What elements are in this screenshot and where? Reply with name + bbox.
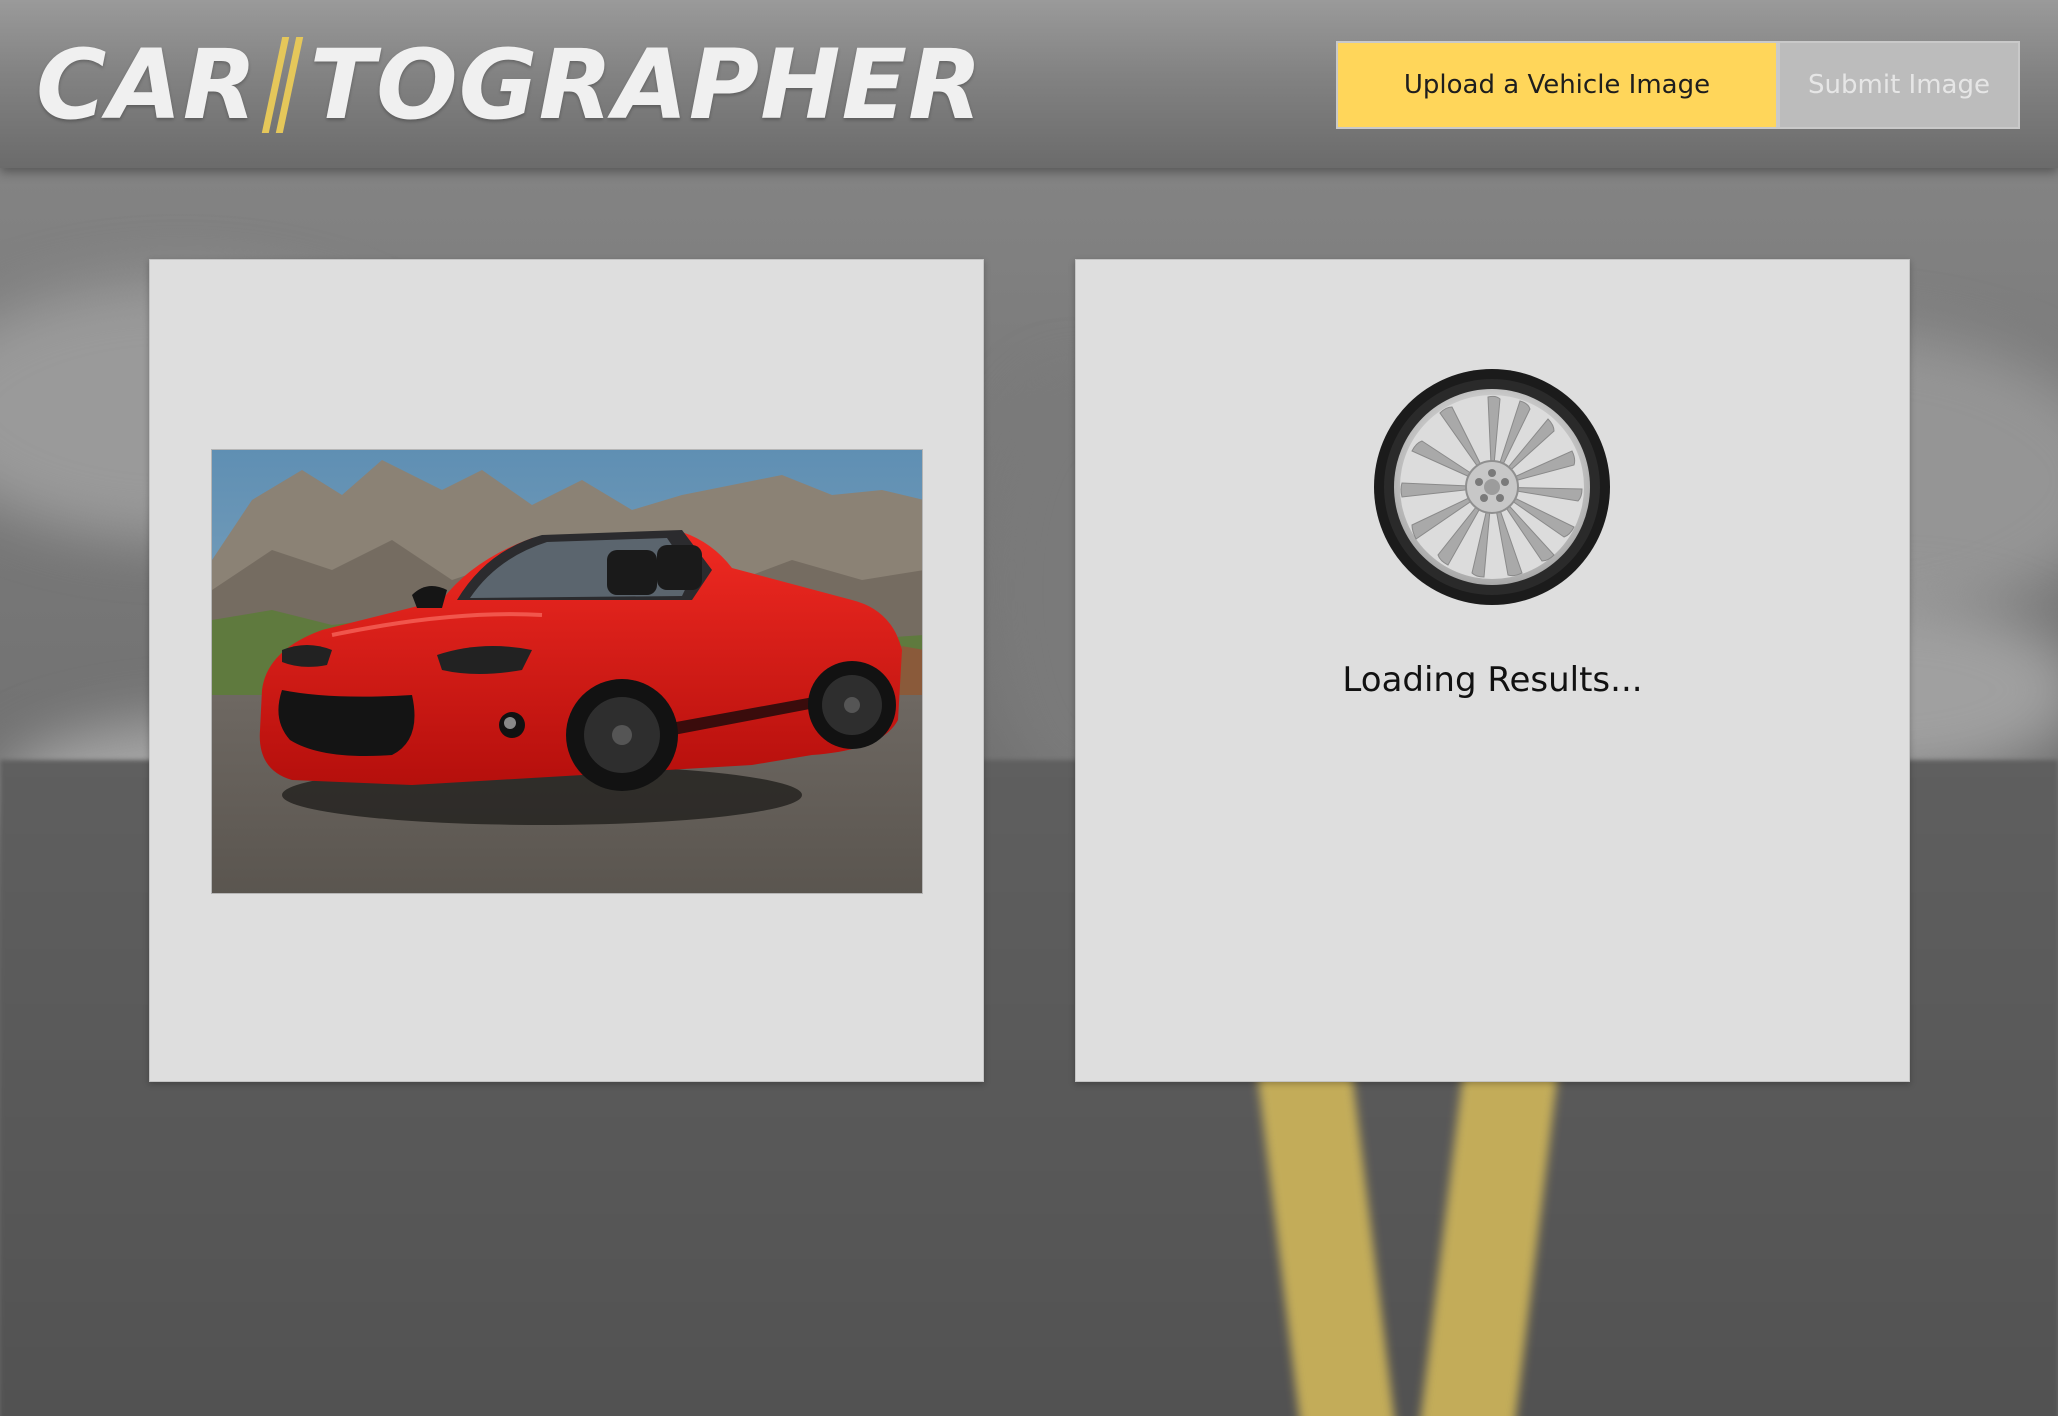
app-header: CAR TOGRAPHER Upload a Vehicle Image Sub… [0,0,2058,168]
logo-slash-icon [261,37,303,133]
loading-results-text: Loading Results... [1342,660,1643,700]
logo-text-part1: CAR [36,29,258,141]
vehicle-image [211,449,923,894]
wheel-icon [1372,367,1612,607]
image-preview-panel [149,259,984,1082]
results-panel: Loading Results... [1075,259,1910,1082]
logo-text-part2: TOGRAPHER [309,29,983,141]
upload-image-button[interactable]: Upload a Vehicle Image [1336,41,1778,129]
submit-image-button[interactable]: Submit Image [1778,41,2020,129]
app-logo[interactable]: CAR TOGRAPHER [36,30,983,140]
